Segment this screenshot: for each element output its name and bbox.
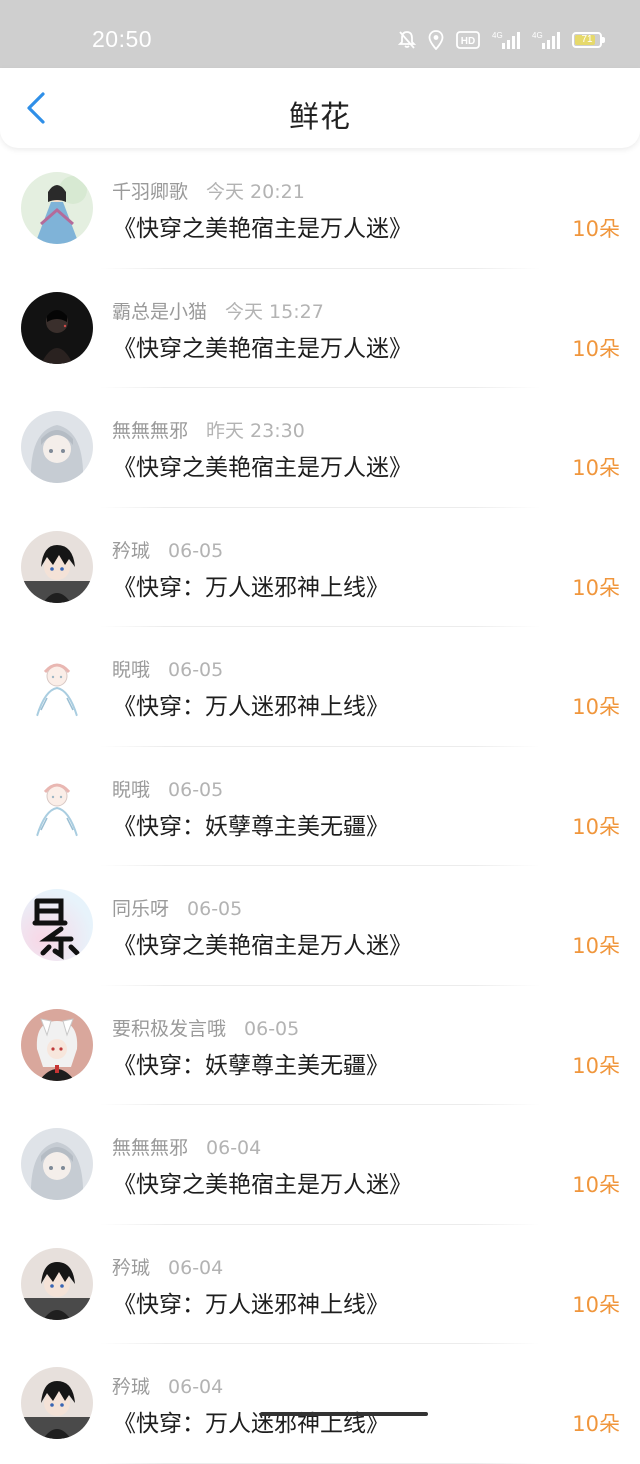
item-time: 06-05 (168, 778, 224, 801)
status-bar: 20:50 HD 4G 4G 71 (0, 0, 640, 68)
flower-amount: 10朵 (572, 814, 620, 839)
user-name[interactable]: 無無無邪 (112, 1137, 188, 1159)
book-title[interactable]: 《快穿：妖孽尊主美无疆》 (113, 807, 389, 841)
hd-icon: HD (456, 31, 480, 49)
user-name[interactable]: 千羽卿歌 (112, 181, 188, 203)
item-meta: 矜珹 06-05 (112, 536, 223, 563)
book-title[interactable]: 《快穿：万人迷邪神上线》 (113, 1285, 389, 1319)
flower-amount: 10朵 (572, 575, 620, 600)
item-time: 06-04 (168, 1376, 224, 1398)
user-name[interactable]: 無無無邪 (112, 420, 188, 442)
item-meta: 矜珹 06-04 (112, 1253, 223, 1280)
item-time: 06-05 (168, 539, 224, 562)
list-item[interactable]: 睨哦 06-05 《快穿：妖孽尊主美无疆》 10朵 (0, 747, 640, 866)
user-name[interactable]: 矜珹 (112, 1376, 150, 1398)
item-meta: 睨哦 06-05 (112, 655, 223, 682)
avatar[interactable] (21, 650, 93, 722)
avatar[interactable] (21, 172, 93, 244)
list-item[interactable]: 無無無邪 昨天 23:30 《快穿之美艳宿主是万人迷》 10朵 (0, 388, 640, 508)
list-item[interactable]: 要积极发言哦 06-05 《快穿：妖孽尊主美无疆》 10朵 (0, 986, 640, 1105)
svg-text:4G: 4G (532, 31, 543, 40)
user-name[interactable]: 矜珹 (112, 540, 150, 562)
avatar[interactable] (21, 1008, 93, 1081)
page-title: 鲜花 (289, 100, 351, 135)
user-name[interactable]: 睨哦 (112, 659, 150, 681)
bell-off-icon (398, 30, 416, 50)
home-indicator[interactable] (260, 1412, 428, 1416)
item-meta: 矜珹 06-04 (112, 1372, 223, 1399)
list-item[interactable]: 矜珹 06-04 《快穿：万人迷邪神上线》 10朵 (0, 1225, 640, 1344)
item-time: 06-05 (244, 1017, 300, 1040)
list-item[interactable]: 睨哦 06-05 《快穿：万人迷邪神上线》 10朵 (0, 627, 640, 747)
battery-level: 71 (581, 34, 593, 45)
item-time: 06-05 (187, 898, 243, 920)
book-title[interactable]: 《快穿之美艳宿主是万人迷》 (113, 1165, 412, 1199)
svg-text:HD: HD (461, 36, 475, 47)
header: 鲜花 (0, 68, 640, 148)
item-meta: 無無無邪 昨天 23:30 (112, 416, 305, 443)
avatar[interactable] (21, 1128, 93, 1200)
flower-amount: 10朵 (572, 695, 620, 719)
list-item[interactable]: 無無無邪 06-04 《快穿之美艳宿主是万人迷》 10朵 (0, 1105, 640, 1225)
item-time: 今天 15:27 (225, 300, 324, 323)
avatar[interactable] (21, 1367, 93, 1439)
battery-icon: 71 (572, 32, 605, 48)
book-title[interactable]: 《快穿：万人迷邪神上线》 (113, 687, 389, 721)
list-item[interactable]: 矜珹 06-04 《快穿：万人迷邪神上线》 10朵 (0, 1344, 640, 1464)
status-time: 20:50 (92, 26, 153, 52)
user-name[interactable]: 霸总是小猫 (112, 301, 207, 323)
divider (100, 1462, 540, 1464)
user-name[interactable]: 睨哦 (112, 779, 150, 801)
item-time: 06-05 (168, 659, 224, 681)
item-time: 昨天 23:30 (206, 420, 305, 442)
svg-text:4G: 4G (492, 31, 503, 40)
flower-amount: 10朵 (572, 1173, 620, 1197)
flower-list: 千羽卿歌 今天 20:21 《快穿之美艳宿主是万人迷》 10朵 霸总是小猫 今天 1… (0, 149, 640, 1464)
book-title[interactable]: 《快穿之美艳宿主是万人迷》 (113, 448, 412, 482)
flower-amount: 10朵 (572, 1053, 620, 1078)
avatar[interactable] (21, 889, 93, 961)
avatar[interactable] (21, 530, 93, 603)
list-item[interactable]: 千羽卿歌 今天 20:21 《快穿之美艳宿主是万人迷》 10朵 (0, 149, 640, 269)
item-time: 06-04 (206, 1137, 262, 1159)
item-time: 今天 20:21 (206, 181, 305, 203)
item-meta: 千羽卿歌 今天 20:21 (112, 177, 305, 204)
avatar[interactable] (21, 411, 93, 483)
flower-amount: 10朵 (572, 456, 620, 480)
user-name[interactable]: 要积极发言哦 (112, 1018, 226, 1040)
list-item[interactable]: 矜珹 06-05 《快穿：万人迷邪神上线》 10朵 (0, 508, 640, 627)
book-title[interactable]: 《快穿之美艳宿主是万人迷》 (113, 926, 412, 960)
item-time: 06-04 (168, 1256, 224, 1279)
flower-amount: 10朵 (572, 217, 620, 241)
item-meta: 同乐呀 06-05 (112, 894, 242, 921)
book-title[interactable]: 《快穿：万人迷邪神上线》 (113, 568, 389, 602)
book-title[interactable]: 《快穿之美艳宿主是万人迷》 (113, 209, 412, 243)
book-title[interactable]: 《快穿之美艳宿主是万人迷》 (113, 329, 412, 363)
status-icons: HD 4G 4G 71 (398, 28, 605, 52)
avatar[interactable] (21, 291, 93, 364)
signal-4g-icon: 4G (492, 30, 520, 50)
avatar[interactable] (21, 1247, 93, 1320)
item-meta: 要积极发言哦 06-05 (112, 1014, 299, 1041)
flower-amount: 10朵 (572, 1292, 620, 1317)
item-meta: 霸总是小猫 今天 15:27 (112, 297, 324, 324)
book-title[interactable]: 《快穿：万人迷邪神上线》 (113, 1404, 389, 1438)
item-meta: 睨哦 06-05 (112, 775, 223, 802)
signal-4g-icon: 4G (532, 30, 560, 50)
user-name[interactable]: 矜珹 (112, 1257, 150, 1279)
user-name[interactable]: 同乐呀 (112, 898, 169, 920)
item-meta: 無無無邪 06-04 (112, 1133, 261, 1160)
location-icon (428, 30, 444, 50)
book-title[interactable]: 《快穿：妖孽尊主美无疆》 (113, 1046, 389, 1080)
flower-amount: 10朵 (572, 1412, 620, 1436)
list-item[interactable]: 霸总是小猫 今天 15:27 《快穿之美艳宿主是万人迷》 10朵 (0, 269, 640, 388)
list-item[interactable]: 同乐呀 06-05 《快穿之美艳宿主是万人迷》 10朵 (0, 866, 640, 986)
flower-amount: 10朵 (572, 336, 620, 361)
avatar[interactable] (21, 769, 93, 842)
flower-amount: 10朵 (572, 934, 620, 958)
